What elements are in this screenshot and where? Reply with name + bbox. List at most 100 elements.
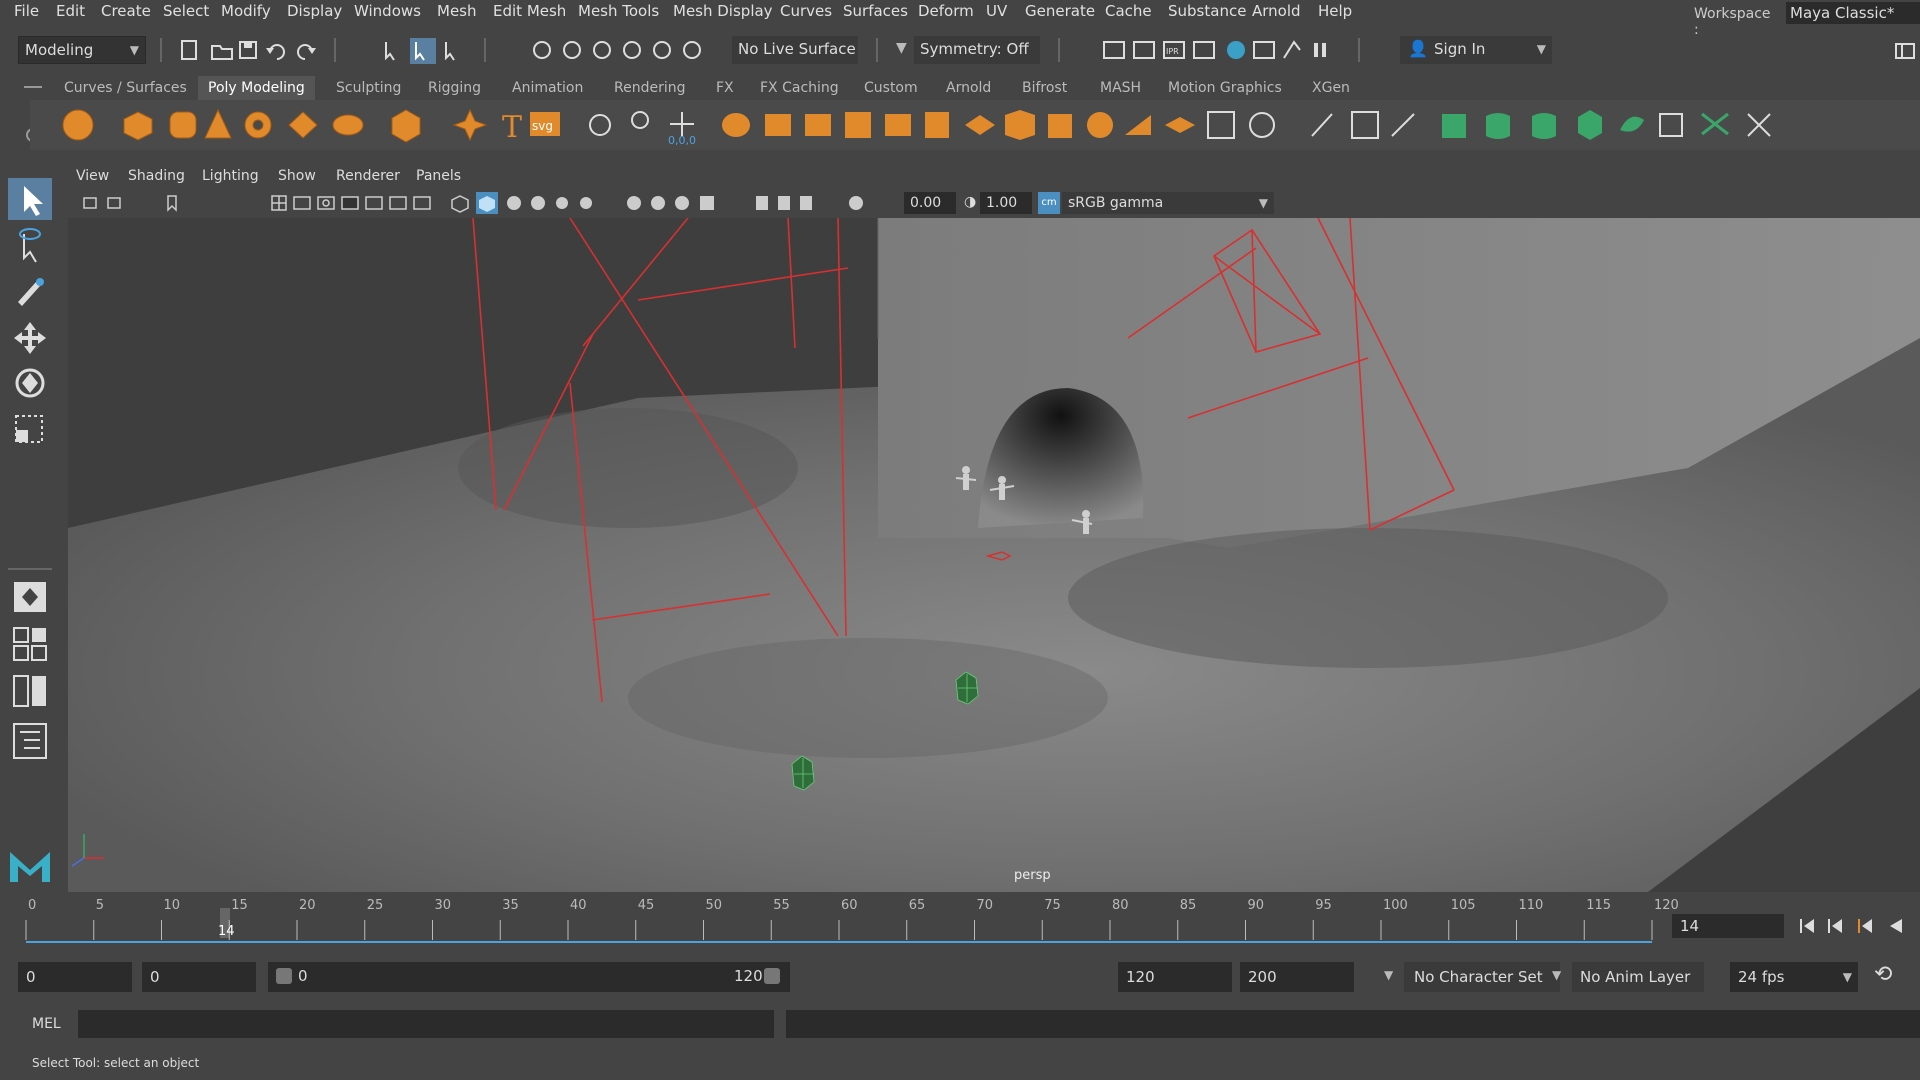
menu-windows[interactable]: Windows	[354, 2, 421, 20]
gate-mask-icon[interactable]	[341, 196, 359, 210]
separate-icon[interactable]	[631, 111, 649, 129]
poly-cube-icon[interactable]	[123, 111, 153, 141]
hud-icon[interactable]	[700, 196, 714, 210]
tab-custom[interactable]: Custom	[854, 76, 928, 100]
save-scene-icon[interactable]	[239, 41, 257, 59]
panel-menu-renderer[interactable]: Renderer	[336, 168, 400, 184]
grid-icon[interactable]	[271, 195, 287, 211]
range-start-handle[interactable]	[276, 968, 292, 984]
workspace-dropdown[interactable]: Maya Classic*	[1786, 2, 1920, 24]
slide-edge-icon[interactable]	[1351, 111, 1379, 139]
tab-rendering[interactable]: Rendering	[604, 76, 696, 100]
step-back-frame-icon[interactable]	[1858, 919, 1872, 933]
bridge-icon[interactable]	[885, 114, 911, 136]
uv-unfold-icon[interactable]	[1701, 112, 1729, 136]
shadows-icon[interactable]	[580, 197, 592, 209]
menu-mesh-display[interactable]: Mesh Display	[673, 2, 773, 20]
all-lights-icon[interactable]	[556, 197, 568, 209]
symmetry-field[interactable]: Symmetry: Off	[914, 36, 1040, 64]
script-language-toggle[interactable]: MEL	[32, 1016, 61, 1032]
anim-layer-dropdown[interactable]: No Anim Layer	[1572, 962, 1704, 992]
scale-tool[interactable]	[8, 408, 52, 450]
panel-menu-show[interactable]: Show	[278, 168, 316, 184]
isolate-select-icon[interactable]	[627, 196, 641, 210]
current-frame-field[interactable]: 14	[1672, 914, 1784, 938]
uv-cylindrical-icon[interactable]	[1486, 113, 1510, 139]
snap-point-icon[interactable]	[593, 41, 611, 59]
tab-motion-graphics[interactable]: Motion Graphics	[1158, 76, 1292, 100]
menu-create[interactable]: Create	[101, 2, 151, 20]
menu-surfaces[interactable]: Surfaces	[843, 2, 908, 20]
select-hierarchy-icon[interactable]	[385, 42, 395, 61]
uv-editor-icon[interactable]	[1747, 113, 1771, 137]
poly-plane-icon[interactable]	[288, 111, 318, 139]
playback-end-field[interactable]: 120	[1118, 962, 1232, 992]
render-settings-icon[interactable]	[1103, 41, 1125, 59]
uv-cut-icon[interactable]	[1620, 116, 1644, 132]
fill-hole-icon[interactable]	[1005, 110, 1035, 140]
select-components-icon[interactable]	[445, 42, 455, 61]
render-sequence-icon[interactable]	[1253, 41, 1275, 59]
xray-joints-icon[interactable]	[675, 196, 689, 210]
rotate-tool[interactable]	[8, 362, 52, 404]
scene-render[interactable]	[68, 218, 1920, 892]
menu-substance[interactable]: Substance	[1168, 2, 1246, 20]
character-set-chevron-icon[interactable]: ▼	[1384, 968, 1393, 982]
render-frame-icon[interactable]	[1133, 41, 1155, 59]
menu-curves[interactable]: Curves	[780, 2, 832, 20]
menu-mesh-tools[interactable]: Mesh Tools	[578, 2, 659, 20]
tab-sculpting[interactable]: Sculpting	[326, 76, 411, 100]
colorspace-dropdown[interactable]: sRGB gamma ▼	[1062, 192, 1274, 214]
tab-arnold[interactable]: Arnold	[936, 76, 1001, 100]
mirror-icon[interactable]	[805, 114, 831, 136]
range-slider[interactable]: 0 120	[268, 962, 790, 992]
menu-arnold[interactable]: Arnold	[1252, 2, 1301, 20]
camera-select-icon[interactable]	[83, 197, 97, 209]
mode-dropdown[interactable]: Modeling ▼	[18, 36, 146, 64]
symmetry-chevron-icon[interactable]: ▼	[896, 40, 907, 56]
quad-draw-icon[interactable]	[1207, 111, 1235, 139]
super-shape-icon[interactable]	[452, 108, 488, 142]
panel-menu-lighting[interactable]: Lighting	[202, 168, 259, 184]
loop-icon[interactable]: ⟲	[1874, 962, 1892, 987]
sign-in-dropdown[interactable]: 👤 Sign In ▼	[1400, 36, 1552, 64]
new-scene-icon[interactable]	[181, 40, 197, 60]
four-view-button[interactable]	[8, 622, 52, 664]
menu-mesh[interactable]: Mesh	[437, 2, 477, 20]
poly-sphere-icon[interactable]	[62, 109, 94, 141]
color-management-icon[interactable]: cm	[1038, 192, 1060, 214]
menu-display[interactable]: Display	[287, 2, 342, 20]
menu-select[interactable]: Select	[163, 2, 209, 20]
ambient-occlusion-icon[interactable]	[756, 196, 768, 210]
viewport-persp[interactable]	[68, 218, 1920, 892]
safe-title-icon[interactable]	[413, 196, 431, 210]
exposure-field[interactable]: 0.00	[904, 192, 956, 214]
single-perspective-view-button[interactable]	[8, 576, 52, 618]
bevel-icon[interactable]	[965, 115, 995, 135]
knife-icon[interactable]	[1311, 113, 1333, 137]
connect-icon[interactable]	[1165, 117, 1195, 133]
open-scene-icon[interactable]	[211, 45, 233, 60]
redo-icon[interactable]	[297, 44, 316, 60]
poly-cylinder-icon[interactable]	[169, 111, 197, 139]
animation-start-field[interactable]: 0	[18, 962, 132, 992]
select-tool[interactable]	[8, 178, 52, 220]
insert-edge-loop-icon[interactable]	[1249, 112, 1275, 138]
poly-torus-icon[interactable]	[244, 111, 272, 139]
safe-action-icon[interactable]	[389, 196, 407, 210]
pause-icon[interactable]	[1314, 43, 1326, 57]
tab-fx[interactable]: FX	[706, 76, 744, 100]
extrude-icon[interactable]	[925, 112, 949, 138]
tab-curves-surfaces[interactable]: Curves / Surfaces	[54, 76, 197, 100]
fps-dropdown[interactable]: 24 fps ▼	[1730, 962, 1858, 992]
camera-attributes-icon[interactable]	[107, 197, 121, 209]
uv-spherical-icon[interactable]	[1532, 113, 1556, 139]
tab-animation[interactable]: Animation	[502, 76, 593, 100]
append-polygon-icon[interactable]	[1048, 114, 1072, 138]
panel-menu-view[interactable]: View	[76, 168, 109, 184]
target-weld-icon[interactable]	[1125, 115, 1151, 135]
panel-menu-shading[interactable]: Shading	[128, 168, 185, 184]
tab-fx-caching[interactable]: FX Caching	[750, 76, 849, 100]
snap-options-icon[interactable]	[683, 41, 701, 59]
wireframe-icon[interactable]	[451, 195, 469, 213]
